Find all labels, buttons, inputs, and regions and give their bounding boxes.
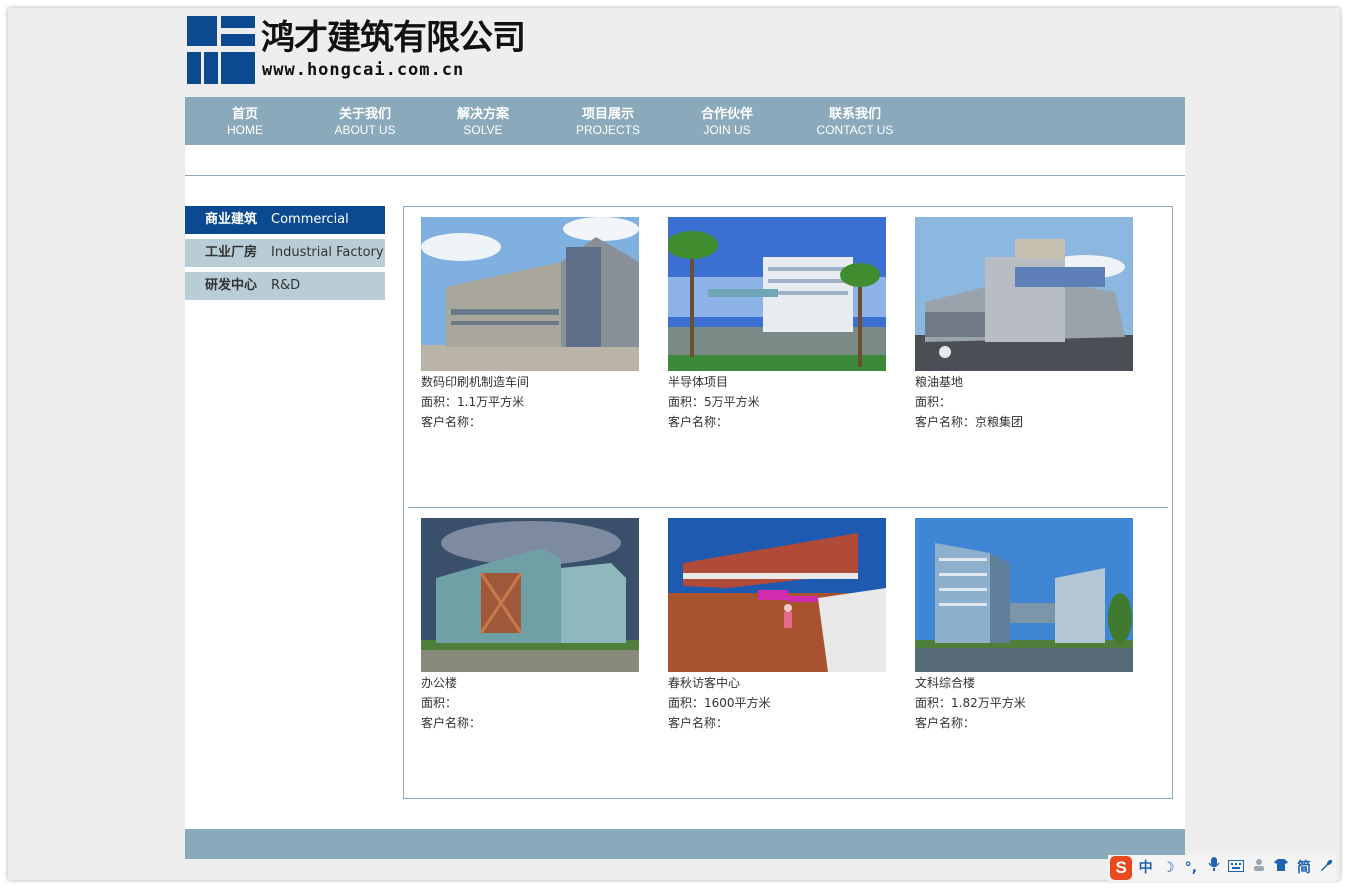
- logo-mark-icon: [187, 16, 255, 84]
- project-title[interactable]: 数码印刷机制造车间: [421, 372, 651, 392]
- nav-label-cn: 首页: [231, 107, 258, 122]
- divider: [185, 175, 1185, 176]
- project-client: 客户名称：: [421, 716, 482, 730]
- sidebar-item-commercial[interactable]: 商业建筑 Commercial: [185, 206, 385, 234]
- nav-label-cn: 关于我们: [338, 107, 391, 122]
- sidebar-label-cn: 研发中心: [205, 278, 258, 293]
- sidebar-label-cn: 工业厂房: [205, 245, 258, 260]
- wrench-icon[interactable]: [1317, 856, 1336, 880]
- site-footer: [185, 829, 1185, 859]
- project-title[interactable]: 文科综合楼: [915, 673, 1145, 693]
- ime-chinese-mode[interactable]: 中: [1136, 856, 1155, 880]
- project-client: 客户名称：: [668, 716, 729, 730]
- ime-simplified-mode[interactable]: 简: [1295, 856, 1314, 880]
- site-header: 鸿才建筑有限公司 www.hongcai.com.cn: [185, 8, 1185, 97]
- user-icon[interactable]: [1249, 856, 1268, 880]
- project-title[interactable]: 办公楼: [421, 673, 651, 693]
- project-thumbnail[interactable]: [915, 217, 1133, 371]
- project-area: 面积：: [915, 395, 952, 409]
- nav-item-contact[interactable]: 联系我们 CONTACT US: [805, 97, 905, 145]
- project-thumbnail[interactable]: [421, 217, 639, 371]
- moon-icon[interactable]: ☽: [1159, 856, 1178, 880]
- sidebar-label-en: Industrial Factory: [271, 245, 384, 260]
- project-area: 面积：5万平方米: [668, 395, 760, 409]
- nav-label-cn: 合作伙伴: [700, 107, 753, 122]
- project-thumbnail[interactable]: [668, 518, 886, 672]
- project-client: 客户名称：: [668, 415, 729, 429]
- sidebar-item-rnd[interactable]: 研发中心 R&D: [185, 272, 385, 300]
- project-thumbnail[interactable]: [915, 518, 1133, 672]
- nav-label-en: PROJECTS: [575, 123, 640, 137]
- keyboard-icon[interactable]: [1227, 856, 1246, 880]
- sidebar-item-industrial[interactable]: 工业厂房 Industrial Factory: [185, 239, 385, 267]
- brand-url: www.hongcai.com.cn: [262, 60, 465, 80]
- sidebar-label-en: R&D: [271, 278, 301, 293]
- nav-label-en: ABOUT US: [334, 123, 396, 137]
- content-area: 商业建筑 Commercial 工业厂房 Industrial Factory …: [185, 145, 1185, 829]
- shirt-icon[interactable]: [1272, 856, 1291, 880]
- nav-item-projects[interactable]: 项目展示 PROJECTS: [568, 97, 648, 145]
- row-divider: [408, 507, 1168, 508]
- project-area: 面积：: [421, 696, 458, 710]
- browser-viewport: 鸿才建筑有限公司 www.hongcai.com.cn 首页 HOME 关于我们…: [8, 8, 1340, 880]
- project-title[interactable]: 春秋访客中心: [668, 673, 898, 693]
- ime-toolbar: S 中 ☽ °, 简: [1108, 855, 1336, 881]
- sidebar-label-en: Commercial: [271, 212, 349, 227]
- project-area: 面积：1.82万平方米: [915, 696, 1026, 710]
- mic-icon[interactable]: [1204, 856, 1223, 880]
- page-container: 鸿才建筑有限公司 www.hongcai.com.cn 首页 HOME 关于我们…: [185, 8, 1185, 880]
- punctuation-icon[interactable]: °,: [1182, 856, 1201, 880]
- project-thumbnail[interactable]: [421, 518, 639, 672]
- project-client: 客户名称：京粮集团: [915, 415, 1024, 429]
- nav-item-home[interactable]: 首页 HOME: [205, 97, 285, 145]
- nav-item-solve[interactable]: 解决方案 SOLVE: [443, 97, 523, 145]
- nav-label-cn: 联系我们: [828, 107, 881, 122]
- nav-item-partners[interactable]: 合作伙伴 JOIN US: [687, 97, 767, 145]
- project-area: 面积：1.1万平方米: [421, 395, 525, 409]
- main-nav: 首页 HOME 关于我们 ABOUT US 解决方案 SOLVE 项目展示 PR…: [185, 97, 1185, 145]
- sidebar-label-cn: 商业建筑: [205, 212, 258, 227]
- project-thumbnail[interactable]: [668, 217, 886, 371]
- project-area: 面积：1600平方米: [668, 696, 771, 710]
- nav-label-cn: 解决方案: [456, 107, 509, 122]
- nav-label-en: JOIN US: [703, 123, 751, 137]
- brand-name: 鸿才建筑有限公司: [261, 18, 526, 58]
- nav-label-en: HOME: [227, 123, 263, 137]
- project-client: 客户名称：: [915, 716, 976, 730]
- nav-label-en: SOLVE: [463, 123, 503, 137]
- sogou-logo-icon[interactable]: S: [1110, 856, 1133, 880]
- project-title[interactable]: 半导体项目: [668, 372, 898, 392]
- nav-label-cn: 项目展示: [581, 107, 634, 122]
- nav-label-en: CONTACT US: [816, 123, 894, 137]
- project-gallery: 数码印刷机制造车间 面积：1.1万平方米 客户名称： 半导体项目 面积：5万平方…: [403, 206, 1173, 799]
- project-client: 客户名称：: [421, 415, 482, 429]
- project-title[interactable]: 粮油基地: [915, 372, 1145, 392]
- nav-item-about[interactable]: 关于我们 ABOUT US: [325, 97, 405, 145]
